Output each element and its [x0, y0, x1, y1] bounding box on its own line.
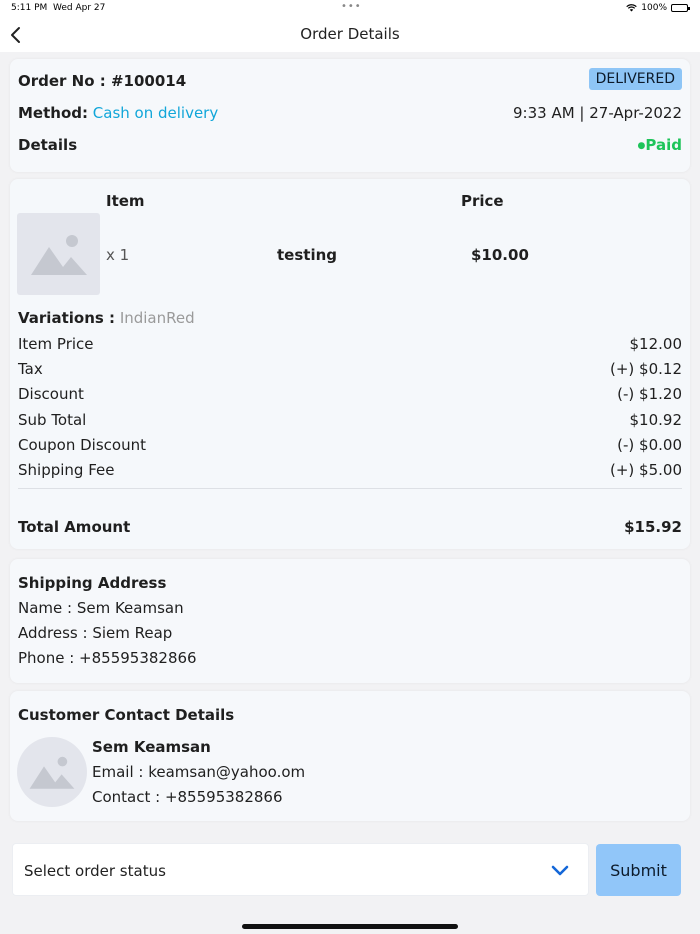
subtotal-value: $10.92: [629, 411, 683, 429]
details-label: Details: [18, 136, 78, 154]
shipping-phone: Phone : +85595382866: [18, 649, 197, 667]
shipping-address: Address : Siem Reap: [18, 624, 173, 642]
item-price: $10.00: [471, 246, 529, 264]
home-indicator[interactable]: [242, 924, 458, 929]
customer-contact: Contact : +85595382866: [92, 788, 283, 806]
order-number: Order No : #100014: [18, 72, 187, 90]
shipping-address-title: Shipping Address: [18, 574, 167, 592]
coupon-discount-value: (-) $0.00: [617, 436, 682, 454]
order-datetime: 9:33 AM | 27-Apr-2022: [513, 104, 682, 122]
chevron-down-icon: [551, 865, 569, 876]
customer-email: Email : keamsan@yahoo.om: [92, 763, 306, 781]
item-name: testing: [277, 246, 337, 264]
method-label: Method:: [18, 104, 88, 122]
subtotal-label: Sub Total: [18, 411, 87, 429]
method-value: Cash on delivery: [92, 104, 219, 122]
shipping-address-card: Shipping Address Name : Sem Keamsan Addr…: [10, 559, 690, 683]
shipping-fee-label: Shipping Fee: [18, 461, 115, 479]
shipping-name: Name : Sem Keamsan: [18, 599, 184, 617]
total-amount-value: $15.92: [624, 518, 682, 536]
wifi-icon: [626, 4, 637, 12]
page-title: Order Details: [300, 25, 400, 43]
item-column-header: Item: [106, 192, 145, 210]
status-badge: DELIVERED: [588, 68, 682, 90]
item-price-value: $12.00: [629, 335, 683, 353]
submit-button[interactable]: Submit: [596, 844, 681, 896]
customer-name: Sem Keamsan: [92, 738, 211, 756]
multitask-dots[interactable]: •••: [341, 1, 362, 12]
items-card: Item Price x 1 testing $10.00 Variations…: [10, 179, 690, 549]
customer-contact-card: Customer Contact Details Sem Keamsan Ema…: [10, 691, 690, 821]
tax-label: Tax: [18, 360, 43, 378]
select-placeholder: Select order status: [24, 862, 166, 880]
image-placeholder-icon: [17, 213, 100, 295]
total-amount-label: Total Amount: [18, 518, 131, 536]
variations-label: Variations :: [18, 309, 116, 327]
payment-status: ●Paid: [638, 136, 682, 154]
status-right: 100%: [626, 3, 690, 13]
payment-status-text: Paid: [645, 136, 682, 154]
battery-icon: [671, 4, 690, 12]
tax-value: (+) $0.12: [610, 360, 682, 378]
image-placeholder-icon: [29, 756, 75, 789]
order-summary-card: Order No : #100014 DELIVERED Method: Cas…: [10, 59, 690, 172]
variations-value: IndianRed: [119, 309, 195, 327]
order-status-select[interactable]: Select order status: [12, 843, 589, 896]
navigation-bar: Order Details: [0, 18, 700, 52]
shipping-fee-value: (+) $5.00: [610, 461, 682, 479]
status-bar: 5:11 PM Wed Apr 27 ••• 100%: [0, 0, 700, 18]
status-time: 5:11 PM Wed Apr 27: [11, 3, 106, 13]
item-price-label: Item Price: [18, 335, 94, 353]
discount-value: (-) $1.20: [617, 385, 682, 403]
payment-method: Method: Cash on delivery: [18, 104, 218, 122]
discount-label: Discount: [18, 385, 84, 403]
item-quantity: x 1: [106, 246, 130, 264]
price-column-header: Price: [461, 192, 504, 210]
summary-divider: [18, 488, 682, 489]
coupon-discount-label: Coupon Discount: [18, 436, 146, 454]
customer-contact-title: Customer Contact Details: [18, 706, 235, 724]
battery-percent: 100%: [641, 3, 667, 13]
variations: Variations : IndianRed: [18, 309, 195, 327]
avatar: [17, 737, 87, 807]
